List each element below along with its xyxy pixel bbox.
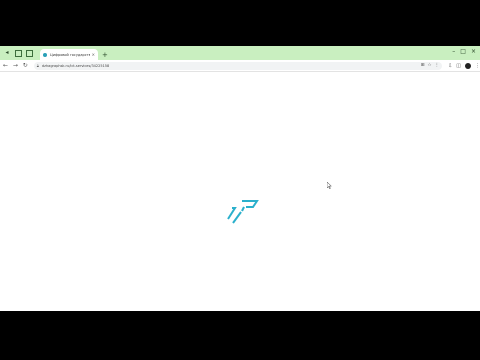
tab-strip: ◂ Цифровой государственный × + – □ ×: [0, 46, 480, 60]
mouse-cursor-icon: [327, 182, 332, 189]
url-text[interactable]: dzhagraphsk.ru/ict-services/34225158: [42, 64, 421, 68]
back-button[interactable]: ←: [1, 62, 10, 69]
bookmark-star-icon[interactable]: ☆: [428, 63, 432, 68]
address-bar-actions: ⊞ ☆ ⋮: [421, 63, 439, 68]
tab-search-icon[interactable]: [26, 50, 33, 57]
loading-logo-icon: [227, 200, 259, 224]
minimize-icon[interactable]: –: [452, 48, 455, 55]
new-tab-button[interactable]: +: [102, 51, 108, 59]
extensions-icon[interactable]: ⋮: [435, 63, 440, 68]
tab-title: Цифровой государственный: [50, 52, 90, 57]
translate-icon[interactable]: ⊞: [421, 63, 425, 68]
forward-button[interactable]: →: [11, 62, 20, 69]
download-icon[interactable]: ⇩: [448, 63, 452, 69]
side-panel-icon[interactable]: ◫: [456, 63, 461, 69]
browser-window: ◂ Цифровой государственный × + – □ × ← →…: [0, 46, 480, 311]
window-controls: – □ ×: [452, 48, 476, 55]
app-menu-icon[interactable]: ◂: [3, 49, 11, 57]
browser-menu-icon[interactable]: ⋮: [475, 63, 480, 69]
toolbar-right: ⇩ ◫ ⋮: [448, 62, 480, 69]
tab-close-icon[interactable]: ×: [92, 52, 95, 57]
tab-groups-icon[interactable]: [15, 50, 22, 57]
page-content: [0, 72, 480, 311]
maximize-icon[interactable]: □: [460, 48, 466, 55]
profile-avatar[interactable]: [465, 62, 472, 69]
site-favicon-icon: [43, 52, 47, 57]
address-bar[interactable]: 🔒︎ dzhagraphsk.ru/ict-services/34225158 …: [33, 61, 443, 70]
tab-active[interactable]: Цифровой государственный ×: [40, 49, 98, 60]
reload-button[interactable]: ↻: [21, 62, 30, 69]
lock-icon[interactable]: 🔒︎: [37, 63, 39, 68]
browser-toolbar: ← → ↻ 🔒︎ dzhagraphsk.ru/ict-services/342…: [0, 60, 480, 72]
close-window-icon[interactable]: ×: [471, 48, 476, 55]
